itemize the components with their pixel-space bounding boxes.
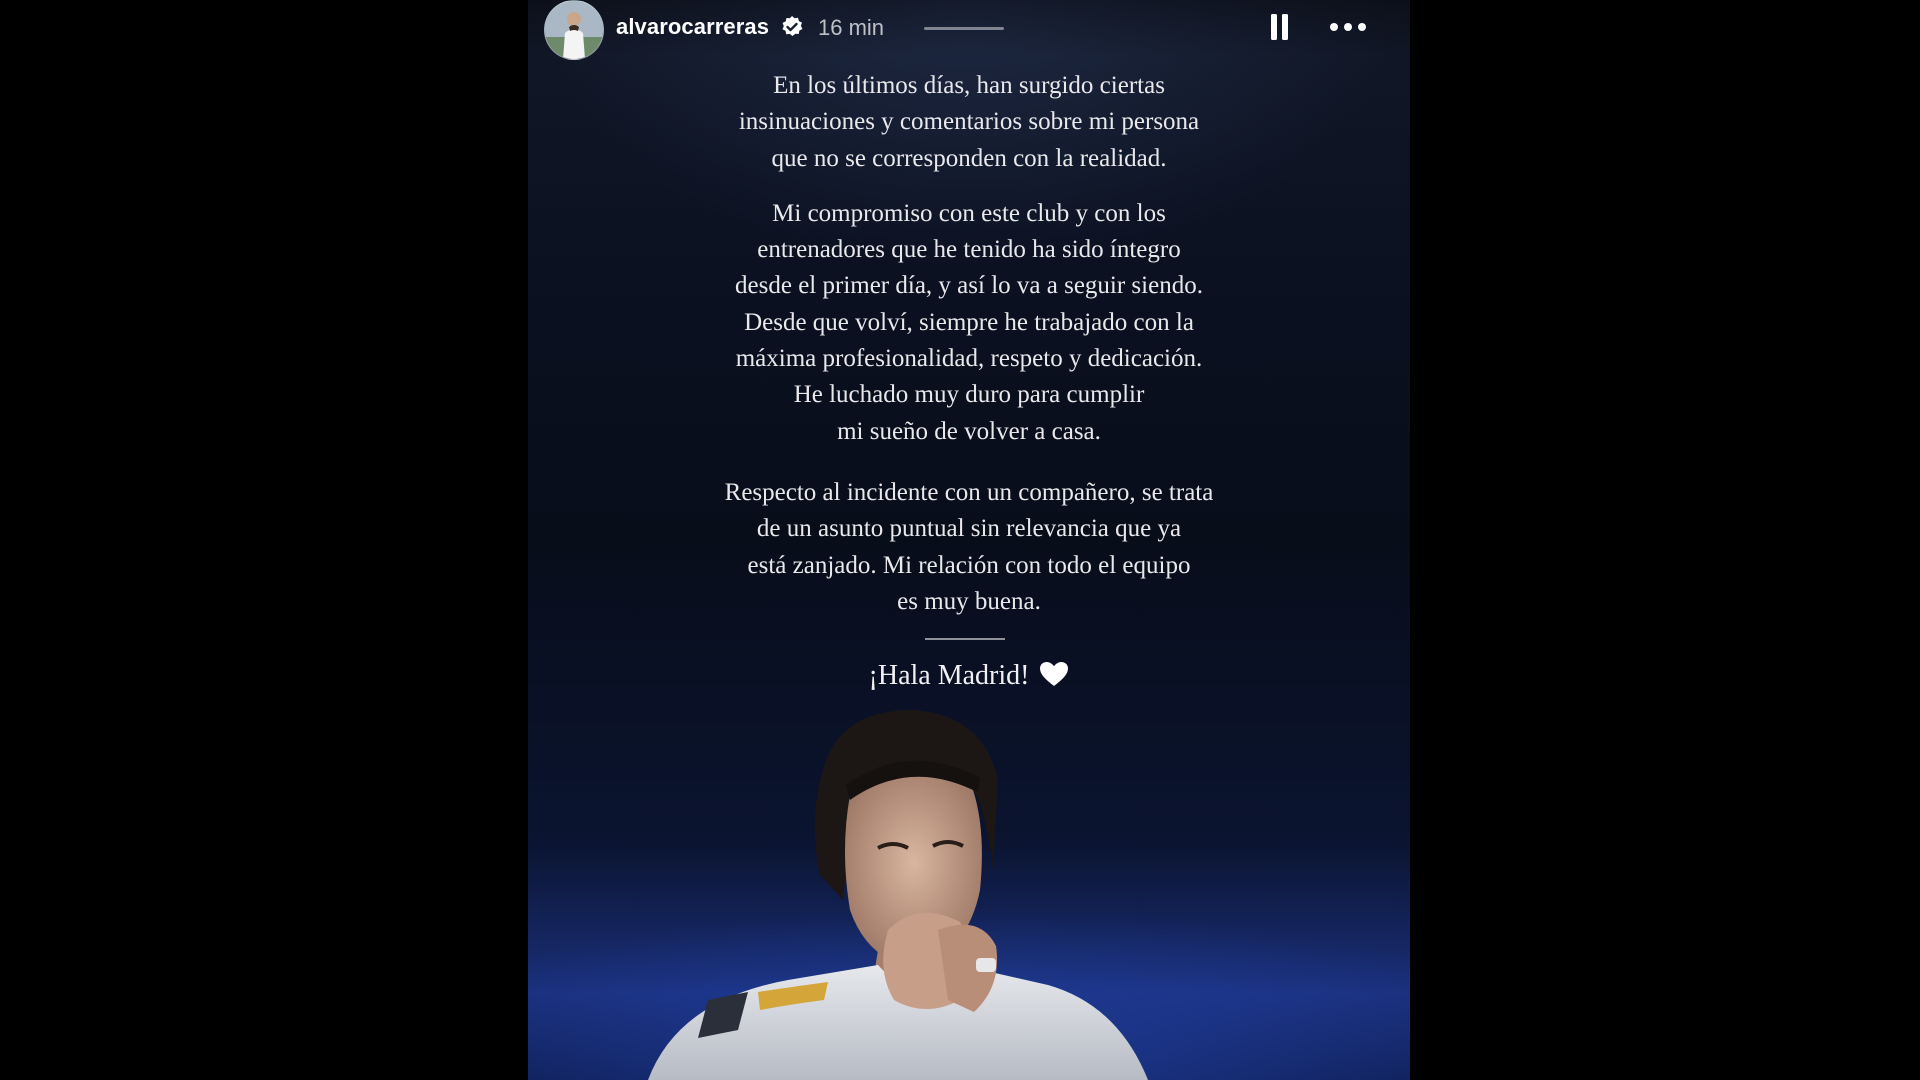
closing-line: ¡Hala Madrid! xyxy=(528,660,1410,692)
story-header: alvarocarreras 16 min xyxy=(528,0,1410,60)
timestamp: 16 min xyxy=(818,15,885,40)
text-line: desde el primer día, y así lo va a segui… xyxy=(735,272,1203,300)
text-line: está zanjado. Mi relación con todo el eq… xyxy=(747,551,1191,579)
text-line: He luchado muy duro para cumplir xyxy=(793,381,1145,409)
text-line: es muy buena. xyxy=(897,587,1041,615)
story-progress-bar xyxy=(924,27,1004,30)
white-heart-icon xyxy=(1039,661,1069,687)
paragraph-2: Mi compromiso con este club y con los en… xyxy=(528,196,1410,450)
player-photo xyxy=(648,710,1148,1080)
closing-text: ¡Hala Madrid! xyxy=(868,660,1030,691)
username[interactable]: alvarocarreras xyxy=(616,14,769,40)
avatar[interactable] xyxy=(544,0,604,60)
paragraph-3: Respecto al incidente con un compañero, … xyxy=(528,475,1410,620)
text-line: Mi compromiso con este club y con los xyxy=(772,199,1166,227)
verified-badge-icon xyxy=(780,15,804,39)
avatar-image xyxy=(545,1,603,59)
text-line: de un asunto puntual sin relevancia que … xyxy=(756,515,1182,543)
divider xyxy=(925,638,1005,640)
text-line: Respecto al incidente con un compañero, … xyxy=(724,478,1214,506)
text-line: insinuaciones y comentarios sobre mi per… xyxy=(738,108,1200,136)
pause-icon[interactable] xyxy=(1266,12,1294,42)
viewport: alvarocarreras 16 min En los últimos día… xyxy=(0,0,1920,1080)
more-options-icon[interactable] xyxy=(1326,12,1370,42)
text-line: máxima profesionalidad, respeto y dedica… xyxy=(735,345,1203,373)
text-line: mi sueño de volver a casa. xyxy=(837,417,1101,445)
text-line: entrenadores que he tenido ha sido ínteg… xyxy=(757,236,1181,264)
story-viewer[interactable]: alvarocarreras 16 min En los últimos día… xyxy=(528,0,1410,1080)
text-line: En los últimos días, han surgido ciertas xyxy=(773,72,1165,99)
paragraph-1: En los últimos días, han surgido ciertas… xyxy=(528,68,1410,177)
statement-text: En los últimos días, han surgido ciertas… xyxy=(528,68,1410,620)
text-line: que no se corresponden con la realidad. xyxy=(771,144,1167,172)
text-line: Desde que volví, siempre he trabajado co… xyxy=(744,308,1194,336)
